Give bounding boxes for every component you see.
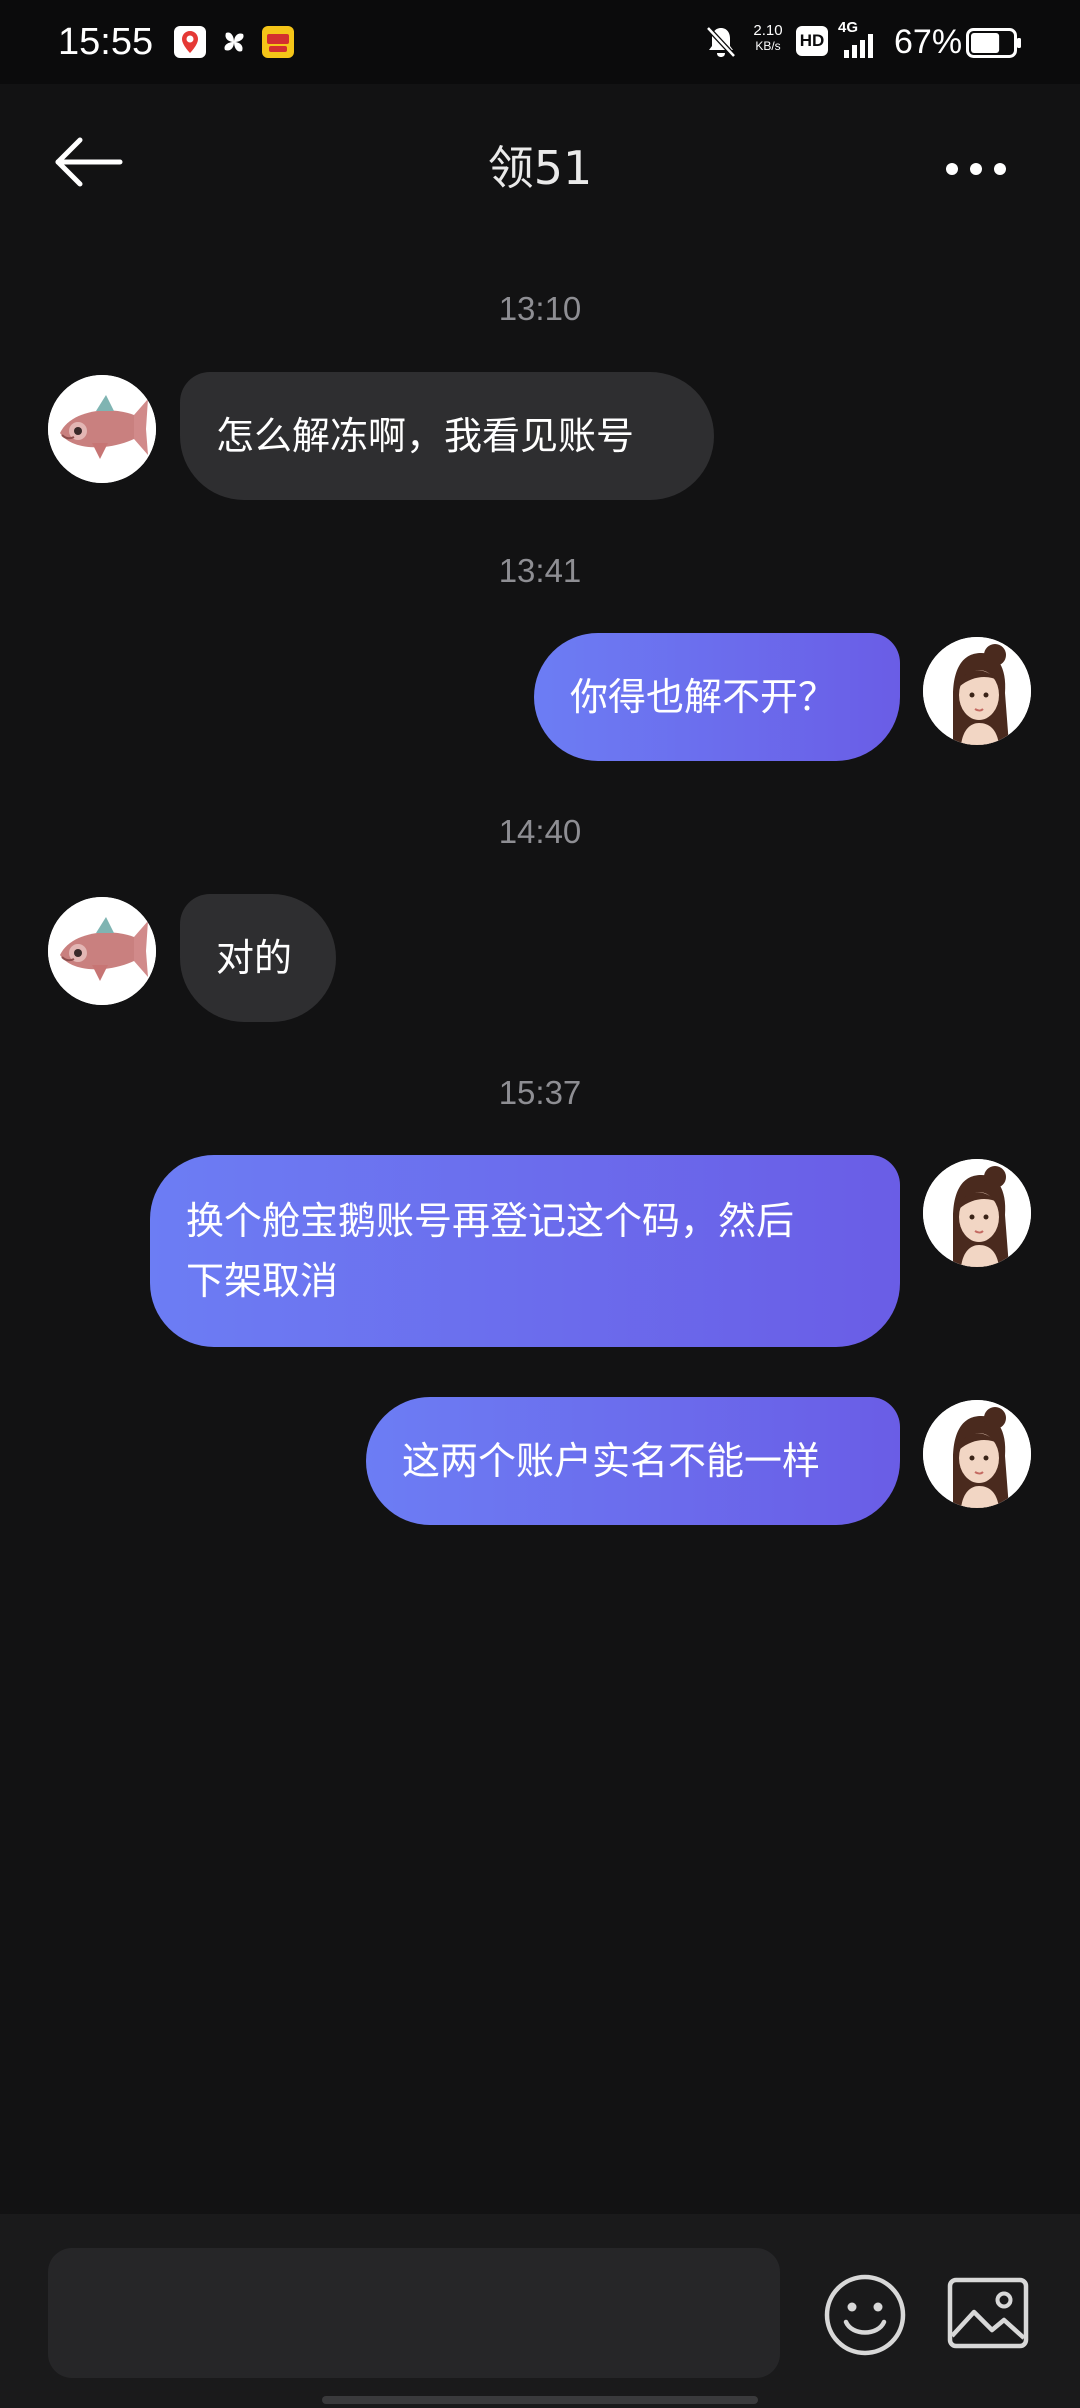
image-icon <box>947 2277 1029 2349</box>
message-timestamp: 13:41 <box>498 552 582 589</box>
mute-bell-icon <box>706 26 736 58</box>
battery-icon <box>966 28 1021 58</box>
incoming-message[interactable]: 怎么解冻啊，我看见账号 <box>180 372 714 500</box>
message-text: 这两个账户实名不能一样 <box>402 1439 821 1483</box>
message-timestamp: 14:40 <box>498 813 582 850</box>
chat-header: 领51 <box>0 84 1080 252</box>
contact-avatar[interactable] <box>48 897 156 1005</box>
chat-screen: 15:55 2.10 KB/s HD 4G 67% 领51 13:10 怎么解冻… <box>0 0 1080 2408</box>
message-input[interactable] <box>48 2248 780 2378</box>
status-bar: 15:55 2.10 KB/s HD 4G 67% <box>0 0 1080 84</box>
message-text-line: 换个舱宝鹅账号再登记这个码，然后 <box>186 1199 795 1243</box>
fish-avatar-icon <box>48 375 156 483</box>
image-picker-button[interactable] <box>946 2274 1030 2354</box>
home-indicator[interactable] <box>322 2396 758 2404</box>
emoji-button[interactable] <box>822 2272 908 2358</box>
message-text-line: 下架取消 <box>186 1259 339 1303</box>
my-avatar[interactable] <box>923 1400 1031 1508</box>
hd-icon: HD <box>796 26 828 56</box>
network-speed: 2.10 KB/s <box>746 22 790 53</box>
chat-title: 领51 <box>487 141 593 195</box>
pinwheel-app-icon <box>218 26 250 58</box>
smiley-icon <box>824 2274 906 2356</box>
fish-avatar-icon <box>48 897 156 1005</box>
message-text: 对的 <box>216 936 293 980</box>
message-text: 换个舱宝鹅账号再登记这个码，然后 下架取消 <box>186 1191 794 1311</box>
girl-avatar-icon <box>923 1400 1031 1508</box>
contact-avatar[interactable] <box>48 375 156 483</box>
outgoing-message[interactable]: 这两个账户实名不能一样 <box>366 1397 900 1525</box>
more-options-button[interactable] <box>938 144 1018 194</box>
network-speed-value: 2.10 <box>753 22 783 39</box>
location-app-icon <box>174 26 206 58</box>
my-avatar[interactable] <box>923 1159 1031 1267</box>
outgoing-message[interactable]: 换个舱宝鹅账号再登记这个码，然后 下架取消 <box>150 1155 900 1347</box>
back-button[interactable] <box>48 134 128 204</box>
shopping-app-icon <box>262 26 294 58</box>
message-timestamp: 15:37 <box>498 1074 582 1111</box>
battery-percent: 67% <box>894 23 963 61</box>
status-time: 15:55 <box>58 21 154 63</box>
message-timestamp: 13:10 <box>498 290 582 327</box>
more-horizontal-icon <box>946 163 1006 175</box>
message-text: 怎么解冻啊，我看见账号 <box>216 414 635 458</box>
girl-avatar-icon <box>923 1159 1031 1267</box>
arrow-left-icon <box>55 137 123 187</box>
incoming-message[interactable]: 对的 <box>180 894 336 1022</box>
my-avatar[interactable] <box>923 637 1031 745</box>
message-text: 你得也解不开？ <box>570 675 837 719</box>
outgoing-message[interactable]: 你得也解不开？ <box>534 633 900 761</box>
network-speed-unit: KB/s <box>755 39 781 53</box>
girl-avatar-icon <box>923 637 1031 745</box>
signal-icon: 4G <box>838 20 886 60</box>
input-bar <box>0 2214 1080 2408</box>
